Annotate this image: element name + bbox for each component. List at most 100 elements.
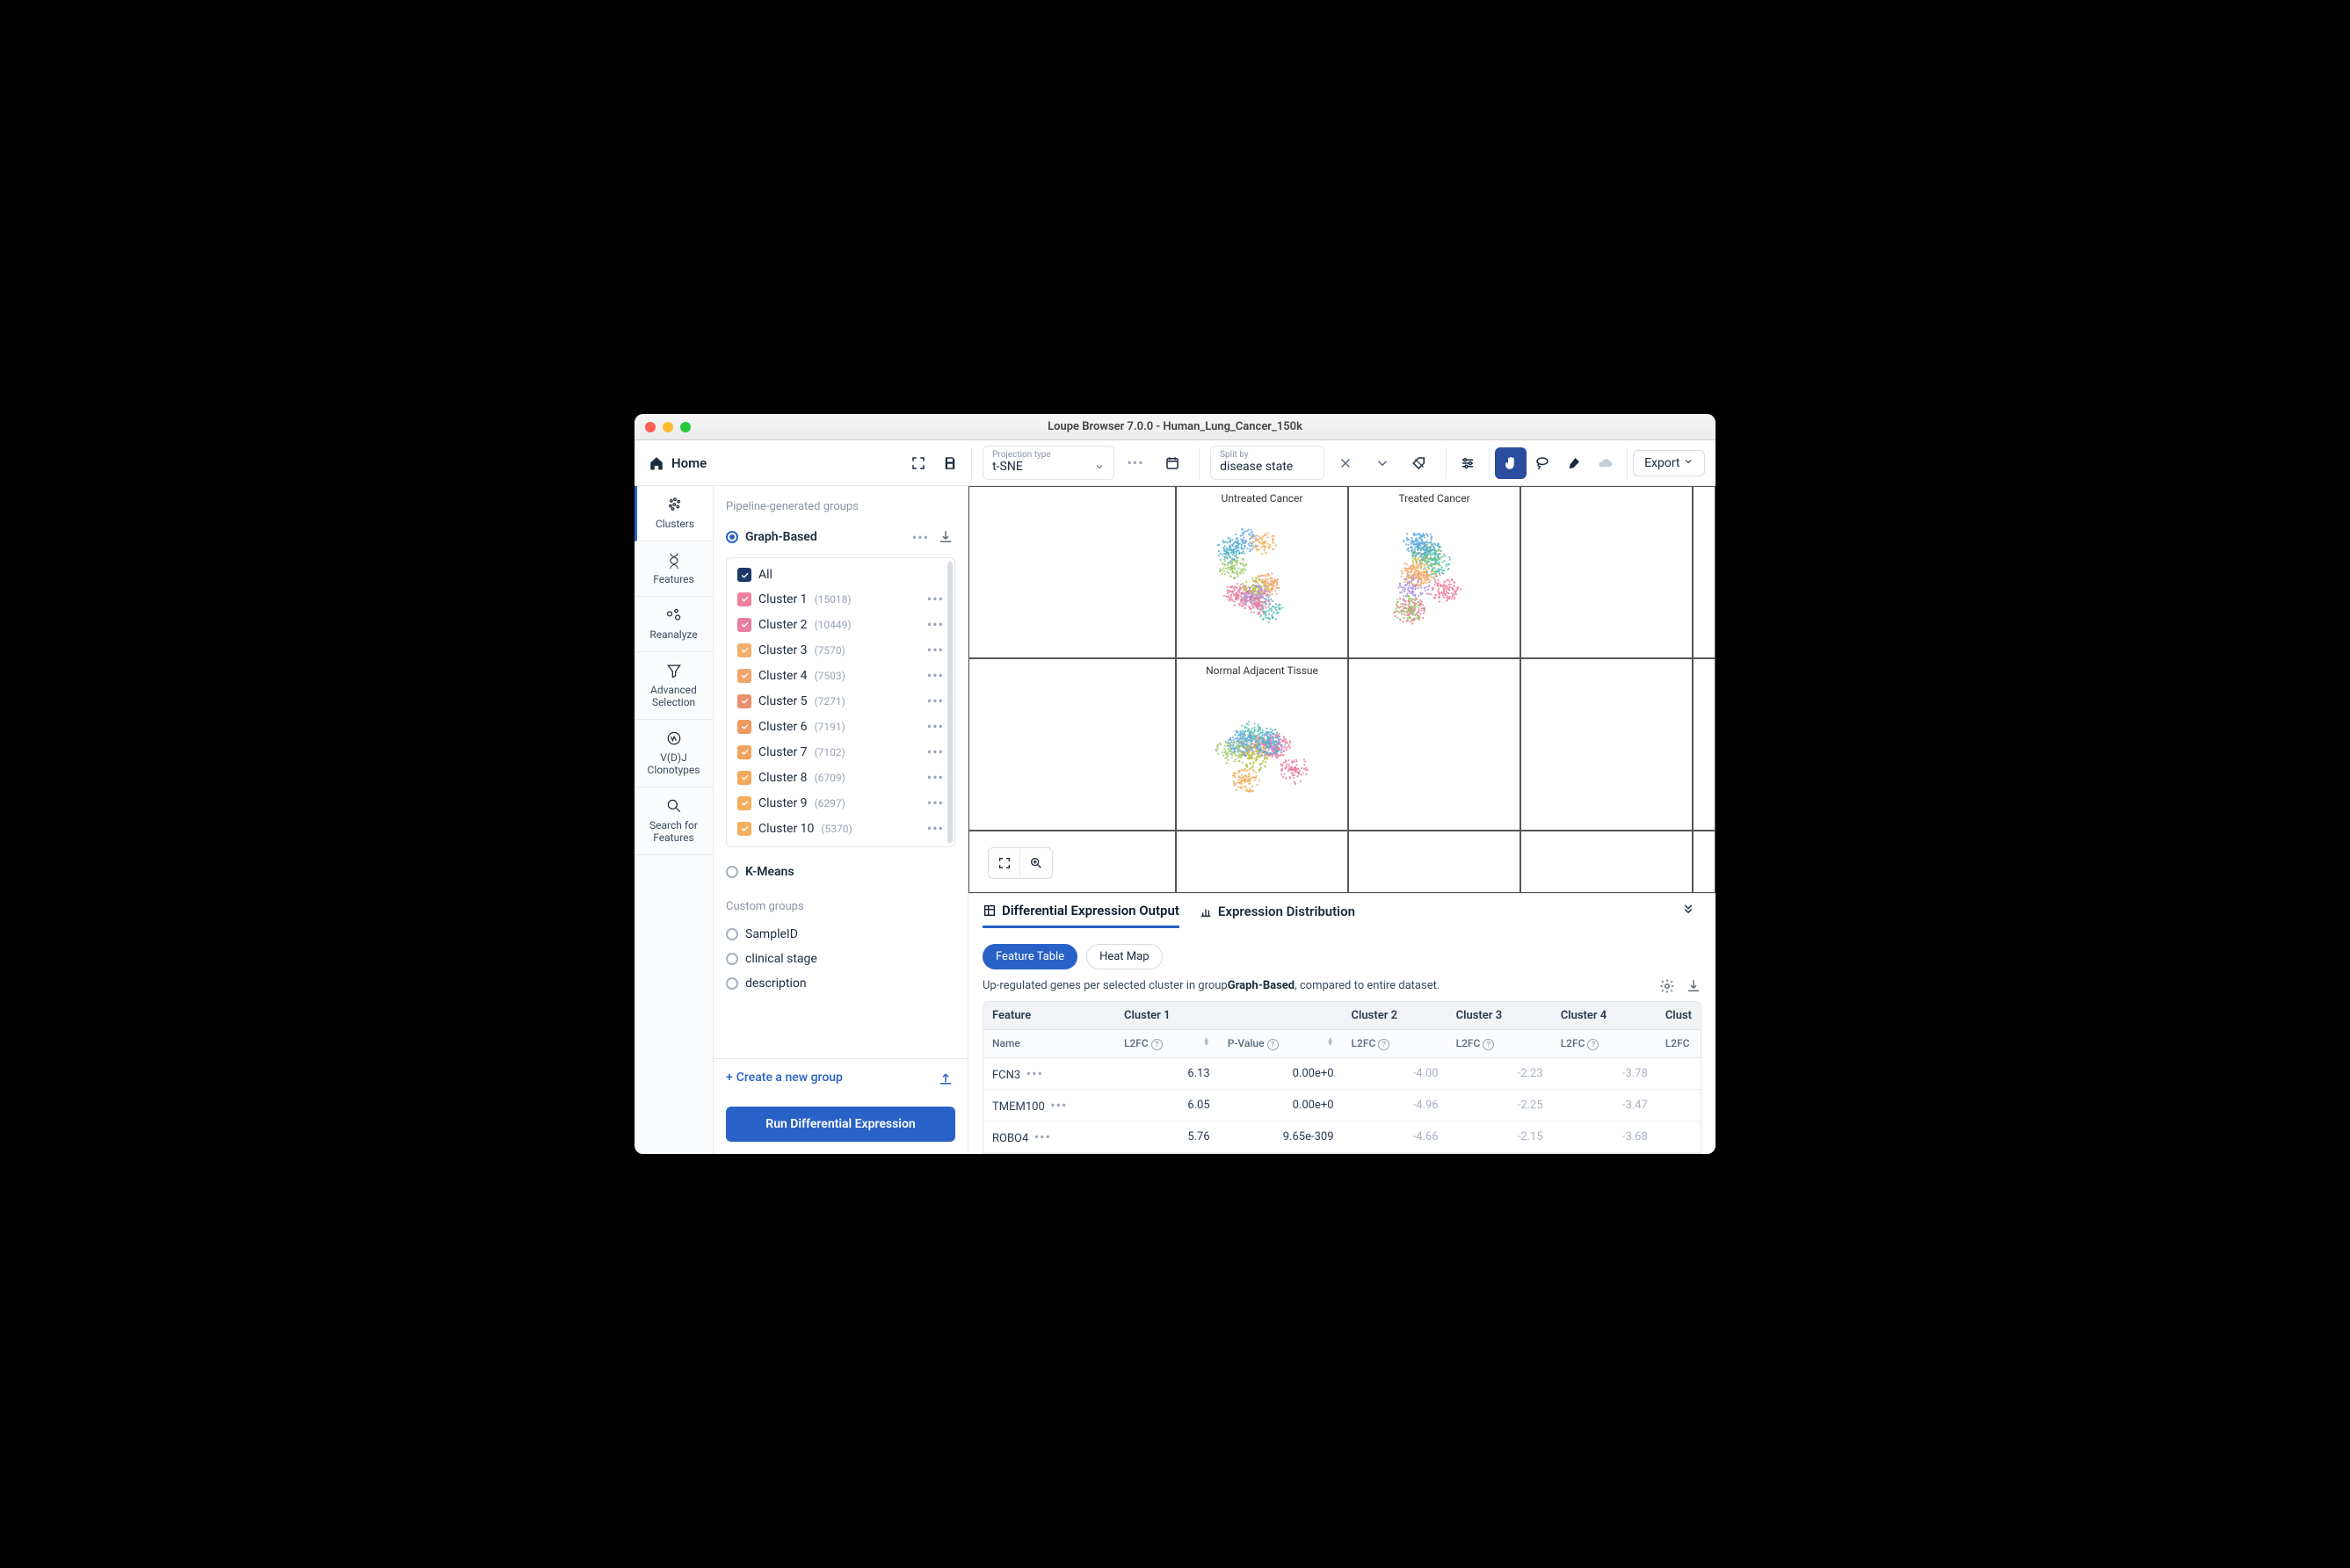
- splitby-clear-button[interactable]: [1330, 447, 1361, 479]
- sort-icon[interactable]: ▲▼: [1203, 1037, 1210, 1046]
- subcol-l2fc[interactable]: L2FC?: [1552, 1029, 1657, 1058]
- pan-tool-button[interactable]: [1495, 447, 1527, 479]
- projection-type-select[interactable]: Projection type t-SNE: [983, 446, 1114, 480]
- help-icon[interactable]: ?: [1378, 1039, 1389, 1050]
- help-icon[interactable]: ?: [1267, 1039, 1279, 1050]
- col-cluster3[interactable]: Cluster 3: [1447, 1002, 1552, 1030]
- cluster-row[interactable]: Cluster 6 (7191)•••: [732, 714, 949, 739]
- custom-group-radio[interactable]: description: [726, 971, 955, 996]
- col-cluster4[interactable]: Cluster 4: [1552, 1002, 1657, 1030]
- cluster-menu-button[interactable]: •••: [927, 616, 944, 633]
- create-group-button[interactable]: + Create a new group: [726, 1071, 843, 1085]
- cluster-all-label: All: [758, 568, 772, 582]
- col-cluster1[interactable]: Cluster 1: [1115, 1002, 1343, 1030]
- home-button[interactable]: Home: [635, 455, 721, 471]
- side-footer: + Create a new group: [714, 1058, 968, 1096]
- close-window-icon[interactable]: [645, 422, 656, 432]
- vtab-reanalyze[interactable]: Reanalyze: [635, 597, 713, 652]
- vtab-advanced[interactable]: Advanced Selection: [635, 652, 713, 720]
- upload-group-button[interactable]: [936, 1068, 955, 1087]
- subcol-l2fc[interactable]: L2FC: [1657, 1029, 1701, 1058]
- projection-picker-button[interactable]: [1157, 447, 1188, 479]
- custom-group-label: description: [745, 976, 807, 991]
- cluster-row[interactable]: Cluster 7 (7102)•••: [732, 739, 949, 765]
- plot-area[interactable]: Untreated Cancer Treated Cancer Normal A…: [968, 486, 1715, 893]
- cluster-row[interactable]: Cluster 4 (7503)•••: [732, 663, 949, 688]
- checkbox-icon: [737, 771, 751, 785]
- cluster-menu-button[interactable]: •••: [927, 693, 944, 709]
- cluster-count: (15018): [815, 593, 852, 606]
- splitby-expand-button[interactable]: [1367, 447, 1398, 479]
- col-cluster2[interactable]: Cluster 2: [1343, 1002, 1447, 1030]
- cluster-row[interactable]: Cluster 8 (6709)•••: [732, 765, 949, 790]
- kmeans-radio[interactable]: K-Means: [726, 860, 955, 884]
- help-icon[interactable]: ?: [1151, 1039, 1163, 1050]
- cluster-menu-button[interactable]: •••: [927, 820, 944, 837]
- cluster-row[interactable]: Cluster 2 (10449)•••: [732, 612, 949, 637]
- col-cluster5[interactable]: Clust: [1657, 1002, 1701, 1030]
- side-scroll[interactable]: Pipeline-generated groups Graph-Based ••…: [714, 486, 968, 1058]
- checkbox-icon: [737, 745, 751, 759]
- cluster-menu-button[interactable]: •••: [927, 795, 944, 811]
- subcol-l2fc[interactable]: L2FC?▲▼: [1115, 1029, 1219, 1058]
- cluster-row[interactable]: Cluster 10 (5370)•••: [732, 816, 949, 841]
- cluster-row[interactable]: Cluster 1 (15018)•••: [732, 586, 949, 612]
- cluster-row[interactable]: Cluster 3 (7570)•••: [732, 637, 949, 663]
- splitby-tag-button[interactable]: [1403, 447, 1435, 479]
- cluster-menu-button[interactable]: •••: [927, 718, 944, 735]
- cluster-row[interactable]: Cluster 9 (6297)•••: [732, 790, 949, 816]
- row-menu-button[interactable]: •••: [1026, 1065, 1043, 1082]
- vtab-search[interactable]: Search for Features: [635, 788, 713, 855]
- subcol-l2fc[interactable]: L2FC?: [1447, 1029, 1552, 1058]
- graph-based-radio[interactable]: Graph-Based •••: [726, 522, 955, 552]
- toolbar: Home Projection type t-SNE ••• Split: [635, 440, 1715, 486]
- cluster-menu-button[interactable]: •••: [927, 744, 944, 760]
- custom-group-radio[interactable]: SampleID: [726, 922, 955, 947]
- gear-icon[interactable]: [1659, 978, 1675, 994]
- vtab-features[interactable]: Features: [635, 541, 713, 597]
- download-group-button[interactable]: [936, 527, 955, 547]
- download-icon[interactable]: [1686, 978, 1701, 994]
- minimize-window-icon[interactable]: [663, 422, 673, 432]
- lasso-tool-button[interactable]: [1527, 447, 1558, 479]
- cluster-all-row[interactable]: All: [732, 563, 949, 586]
- pill-feature-table[interactable]: Feature Table: [983, 944, 1077, 969]
- cluster-menu-button[interactable]: •••: [927, 769, 944, 786]
- table-row[interactable]: ROBO4 ••• 5.76 9.65e-309 -4.66 -2.15 -3.…: [983, 1122, 1701, 1153]
- filter-button[interactable]: [1452, 447, 1483, 479]
- save-button[interactable]: [934, 447, 966, 479]
- splitby-select[interactable]: Split by disease state: [1210, 446, 1324, 480]
- pill-heat-map[interactable]: Heat Map: [1086, 944, 1162, 969]
- table-row[interactable]: TMEM100 ••• 6.05 0.00e+0 -4.96 -2.25 -3.…: [983, 1090, 1701, 1122]
- subcol-l2fc[interactable]: L2FC?: [1343, 1029, 1447, 1058]
- sort-icon[interactable]: ▲▼: [1327, 1037, 1334, 1046]
- cluster-menu-button[interactable]: •••: [927, 591, 944, 607]
- cell-l2fc: -3.78: [1552, 1058, 1657, 1090]
- brush-tool-button[interactable]: [1558, 447, 1590, 479]
- export-button[interactable]: Export: [1633, 450, 1705, 476]
- tab-expr-dist[interactable]: Expression Distribution: [1199, 904, 1355, 926]
- maximize-window-icon[interactable]: [680, 422, 691, 432]
- tab-de-output[interactable]: Differential Expression Output: [983, 903, 1179, 928]
- cluster-menu-button[interactable]: •••: [927, 642, 944, 658]
- zoom-fit-button[interactable]: [989, 848, 1020, 878]
- group-menu-button[interactable]: •••: [912, 529, 929, 546]
- vtab-clusters[interactable]: Clusters: [635, 486, 713, 541]
- collapse-panel-button[interactable]: [1680, 903, 1696, 922]
- projection-more-button[interactable]: •••: [1120, 447, 1151, 479]
- row-menu-button[interactable]: •••: [1050, 1097, 1067, 1114]
- run-de-button[interactable]: Run Differential Expression: [726, 1107, 955, 1142]
- subcol-pvalue[interactable]: P-Value?▲▼: [1219, 1029, 1343, 1058]
- row-menu-button[interactable]: •••: [1034, 1129, 1051, 1145]
- table-row[interactable]: FCN3 ••• 6.13 0.00e+0 -4.00 -2.23 -3.78: [983, 1058, 1701, 1090]
- cell-l2fc: 6.05: [1115, 1090, 1219, 1122]
- vtab-vdj[interactable]: V(D)J Clonotypes: [635, 720, 713, 788]
- help-icon[interactable]: ?: [1587, 1039, 1599, 1050]
- subcol-name[interactable]: Name: [983, 1029, 1115, 1058]
- fullscreen-button[interactable]: [903, 447, 934, 479]
- custom-group-radio[interactable]: clinical stage: [726, 947, 955, 971]
- zoom-in-button[interactable]: [1020, 848, 1052, 878]
- cluster-row[interactable]: Cluster 5 (7271)•••: [732, 688, 949, 714]
- cluster-menu-button[interactable]: •••: [927, 667, 944, 684]
- help-icon[interactable]: ?: [1483, 1039, 1494, 1050]
